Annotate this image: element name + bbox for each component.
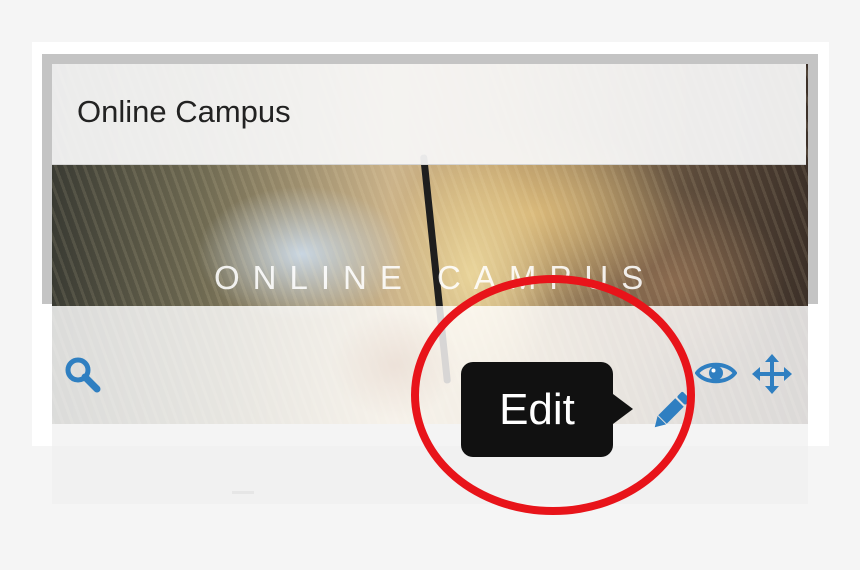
move-icon[interactable] bbox=[752, 354, 792, 394]
search-icon[interactable] bbox=[64, 356, 102, 394]
card-title[interactable]: Online Campus bbox=[77, 94, 291, 130]
eye-icon[interactable] bbox=[695, 359, 737, 387]
highlight-circle bbox=[411, 275, 695, 515]
divider bbox=[232, 491, 254, 494]
